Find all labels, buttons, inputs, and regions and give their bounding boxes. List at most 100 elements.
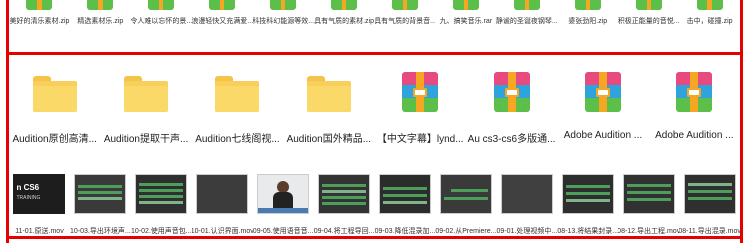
- video-name: 09-01.处理视频中...: [496, 228, 558, 235]
- video-name: 09-02.从Premiere...: [435, 228, 497, 235]
- archive-icon: [402, 72, 439, 112]
- file-name: 精选素材乐.zip: [77, 18, 124, 25]
- zip-archive-icon: [148, 0, 175, 10]
- file-row-zip-archives: 美好的清乐素材.zip 精选素材乐.zip 令人难以忘怀的景... 浪漫轻快又充…: [9, 0, 740, 52]
- file-item[interactable]: 具有气质的素材.zip: [314, 0, 375, 52]
- video-item[interactable]: 09-04.将工程导回...: [314, 170, 375, 236]
- video-thumbnail: [500, 174, 553, 214]
- video-name: 08-11.导出混录.mov: [679, 228, 741, 235]
- video-thumbnail: [439, 174, 492, 214]
- video-thumbnail: [74, 174, 127, 214]
- file-name: 具有气质的背景音...: [374, 18, 436, 25]
- file-item[interactable]: 击中，碰撞.zip: [679, 0, 740, 52]
- folder-icon: [215, 76, 260, 112]
- video-item[interactable]: 10-01.认识界面.mov: [192, 170, 253, 236]
- video-name: 10-02.使用声音包...: [130, 228, 192, 235]
- video-item[interactable]: 09-05.使用语音音...: [253, 170, 314, 236]
- video-name: 08-13.将结果封录...: [557, 228, 619, 235]
- video-thumbnail: [318, 174, 371, 214]
- video-thumbnail: [622, 174, 675, 214]
- folder-icon: [124, 76, 169, 112]
- thumbnail-title-text: n CS6: [16, 183, 40, 192]
- annotation-border-bottom: [6, 236, 743, 239]
- video-name: 09-04.将工程导回...: [313, 228, 375, 235]
- video-item[interactable]: 09-03.降低混录加...: [375, 170, 436, 236]
- file-item[interactable]: 九、搞笑音乐.rar: [435, 0, 496, 52]
- video-thumbnail: [257, 174, 310, 214]
- annotation-border-right: [740, 0, 743, 243]
- file-item[interactable]: 静谧的圣诞夜钢琴...: [496, 0, 557, 52]
- file-name: 令人难以忘怀的景...: [130, 18, 192, 25]
- video-thumbnail: [196, 174, 249, 214]
- file-item[interactable]: 美好的清乐素材.zip: [9, 0, 70, 52]
- file-item[interactable]: 婆张劲阳.zip: [557, 0, 618, 52]
- zip-archive-icon: [26, 0, 53, 10]
- video-name: 09-03.降低混录加...: [374, 228, 436, 235]
- file-name: 九、搞笑音乐.rar: [439, 18, 493, 25]
- video-name: 11-01.原送.mov: [15, 228, 64, 235]
- folder-name: Audition七线阁视...: [195, 134, 280, 145]
- file-name: 美好的清乐素材.zip: [9, 18, 70, 25]
- archive-item[interactable]: Adobe Audition ...: [557, 62, 648, 162]
- archive-item[interactable]: Adobe Audition ...: [649, 62, 740, 162]
- folder-name: Audition原创高清...: [12, 134, 97, 145]
- zip-archive-icon: [209, 0, 236, 10]
- video-item[interactable]: n CS6 TRAINING 11-01.原送.mov: [9, 170, 70, 236]
- file-row-videos: n CS6 TRAINING 11-01.原送.mov 10-03.导出环境声.…: [9, 170, 740, 236]
- annotation-border-divider: [6, 52, 743, 55]
- file-name: 积极正能量的音悦...: [618, 18, 680, 25]
- file-name: 婆张劲阳.zip: [568, 18, 608, 25]
- video-thumbnail: [683, 174, 736, 214]
- zip-archive-icon: [87, 0, 114, 10]
- video-item[interactable]: 09-02.从Premiere...: [435, 170, 496, 236]
- video-item[interactable]: 08-13.将结果封录...: [557, 170, 618, 236]
- file-name: 击中，碰撞.zip: [686, 18, 733, 25]
- archive-item[interactable]: Au cs3-cs6多版通...: [466, 62, 557, 162]
- file-item[interactable]: 浪漫轻快又充满爱...: [192, 0, 253, 52]
- video-thumbnail: [561, 174, 614, 214]
- folder-icon: [32, 76, 77, 112]
- archive-icon: [584, 72, 621, 112]
- folder-item[interactable]: Audition提取干声...: [100, 62, 191, 162]
- folder-name: Audition提取干声...: [103, 134, 189, 145]
- file-item[interactable]: 积极正能量的音悦...: [618, 0, 679, 52]
- folder-item[interactable]: Audition七线阁视...: [192, 62, 283, 162]
- zip-archive-icon: [635, 0, 662, 10]
- video-item[interactable]: 10-03.导出环境声...: [70, 170, 131, 236]
- archive-name: Adobe Audition ...: [655, 130, 734, 141]
- archive-icon: [493, 72, 530, 112]
- zip-archive-icon: [452, 0, 479, 10]
- file-item[interactable]: 令人难以忘怀的景...: [131, 0, 192, 52]
- folder-item[interactable]: Audition国外精品...: [283, 62, 374, 162]
- zip-archive-icon: [270, 0, 297, 10]
- file-name: 浪漫轻快又充满爱...: [191, 18, 253, 25]
- thumbnail-subtitle-text: TRAINING: [16, 195, 41, 201]
- video-item[interactable]: 08-11.导出混录.mov: [679, 170, 740, 236]
- folder-name: Audition国外精品...: [286, 134, 372, 145]
- archive-icon: [676, 72, 713, 112]
- video-thumbnail: [378, 174, 431, 214]
- video-thumbnail: n CS6 TRAINING: [13, 174, 66, 214]
- archive-item[interactable]: 【中文字幕】lynd...: [375, 62, 466, 162]
- file-item[interactable]: 精选素材乐.zip: [70, 0, 131, 52]
- zip-archive-icon: [513, 0, 540, 10]
- video-name: 09-05.使用语音音...: [252, 228, 314, 235]
- video-name: 08-12.导出工程.mov: [618, 228, 680, 235]
- video-item[interactable]: 09-01.处理视频中...: [496, 170, 557, 236]
- folder-item[interactable]: Audition原创高清...: [9, 62, 100, 162]
- file-item[interactable]: 科技科幻能源等效...: [253, 0, 314, 52]
- video-item[interactable]: 08-12.导出工程.mov: [618, 170, 679, 236]
- zip-archive-icon: [696, 0, 723, 10]
- zip-archive-icon: [574, 0, 601, 10]
- video-item[interactable]: 10-02.使用声音包...: [131, 170, 192, 236]
- file-name: 具有气质的素材.zip: [314, 18, 375, 25]
- video-name: 10-03.导出环境声...: [70, 228, 131, 235]
- folder-icon: [306, 76, 351, 112]
- file-row-folders: Audition原创高清... Audition提取干声... Audition…: [9, 62, 740, 162]
- archive-name: 【中文字幕】lynd...: [376, 134, 464, 145]
- video-name: 10-01.认识界面.mov: [191, 228, 253, 235]
- archive-name: Adobe Audition ...: [563, 130, 643, 141]
- file-item[interactable]: 具有气质的背景音...: [374, 0, 436, 52]
- zip-archive-icon: [391, 0, 418, 10]
- video-thumbnail: [135, 174, 188, 214]
